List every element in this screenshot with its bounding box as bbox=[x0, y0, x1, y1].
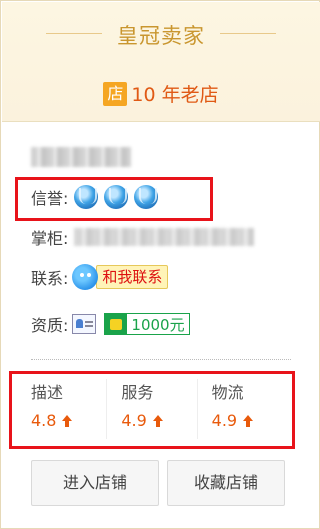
ratings-highlight-box bbox=[9, 371, 295, 449]
shop-name-blurred[interactable] bbox=[31, 147, 131, 167]
owner-row: 掌柜: bbox=[31, 222, 255, 252]
owner-label: 掌柜: bbox=[31, 229, 69, 248]
qualification-label: 资质: bbox=[31, 316, 69, 335]
wangwang-icon[interactable] bbox=[72, 264, 99, 290]
contact-label: 联系: bbox=[31, 269, 69, 288]
shop-header: 皇冠卖家 店 10 年老店 bbox=[2, 2, 320, 122]
favorite-shop-button[interactable]: 收藏店铺 bbox=[167, 460, 285, 506]
deposit-badge[interactable]: 1000元 bbox=[104, 313, 190, 335]
owner-name-blurred[interactable] bbox=[74, 228, 255, 246]
enter-shop-button[interactable]: 进入店铺 bbox=[31, 460, 159, 506]
shop-badge-icon: 店 bbox=[103, 81, 128, 106]
shop-card: 皇冠卖家 店 10 年老店 信誉: 掌柜: 联系: 和我联系 资质: 1000元 … bbox=[0, 0, 320, 529]
contact-me-button[interactable]: 和我联系 bbox=[96, 265, 169, 289]
seller-level-title: 皇冠卖家 bbox=[117, 24, 205, 48]
title-bar: 皇冠卖家 bbox=[2, 18, 320, 48]
deposit-icon bbox=[105, 314, 128, 334]
deposit-amount: 1000元 bbox=[131, 315, 185, 334]
shop-age-text: 10 年老店 bbox=[131, 84, 219, 106]
id-card-icon[interactable] bbox=[72, 314, 97, 334]
qualification-row: 资质: 1000元 bbox=[31, 309, 190, 339]
contact-row: 联系: 和我联系 bbox=[31, 262, 169, 292]
shop-age: 店 10 年老店 bbox=[2, 80, 320, 110]
section-divider bbox=[31, 359, 291, 360]
title-divider-right bbox=[220, 33, 276, 34]
title-divider-left bbox=[46, 33, 102, 34]
credit-highlight-box bbox=[15, 177, 213, 221]
